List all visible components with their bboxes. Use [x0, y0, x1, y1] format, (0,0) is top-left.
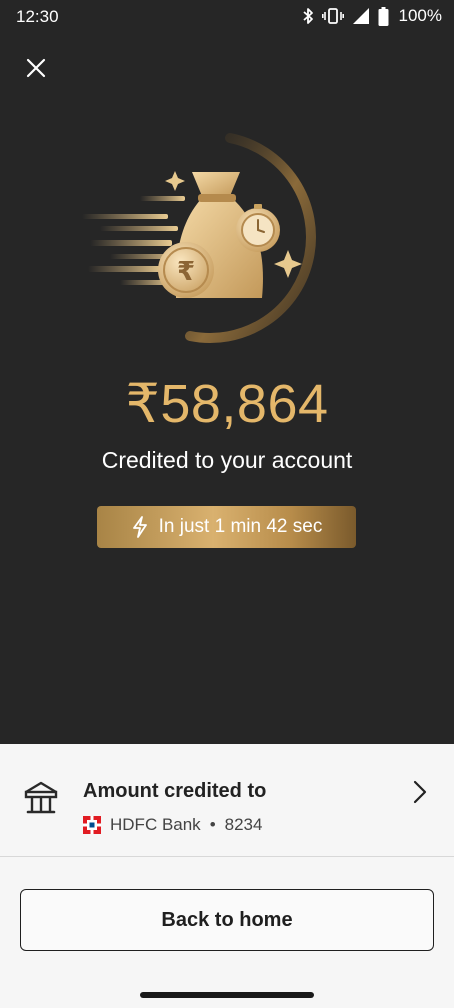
- lightning-icon: [132, 516, 147, 538]
- status-time: 12:30: [16, 7, 59, 26]
- battery-icon: [378, 6, 389, 26]
- transfer-speed-label: In just 1 min 42 sec: [158, 516, 323, 537]
- signal-icon: [352, 8, 369, 24]
- close-icon: [26, 58, 46, 78]
- gesture-nav-handle[interactable]: [140, 992, 314, 998]
- money-bag-illustration: ₹: [82, 133, 316, 343]
- divider: [0, 856, 454, 857]
- status-icons: 100%: [302, 6, 442, 26]
- back-to-home-button[interactable]: Back to home: [20, 889, 434, 951]
- credited-amount: ₹58,864: [125, 374, 329, 434]
- svg-text:₹: ₹: [177, 257, 195, 287]
- bank-icon: [24, 781, 58, 814]
- separator-dot: •: [209, 815, 216, 834]
- battery-percentage: 100%: [398, 6, 442, 25]
- credited-message: Credited to your account: [101, 447, 353, 473]
- account-title: Amount credited to: [83, 780, 267, 802]
- close-button[interactable]: [18, 50, 54, 86]
- vibrate-icon: [321, 8, 344, 24]
- account-details: HDFC Bank • 8234: [83, 815, 262, 835]
- transfer-speed-badge: In just 1 min 42 sec: [97, 506, 356, 548]
- account-suffix: 8234: [224, 815, 263, 834]
- hdfc-bank-logo: [83, 816, 101, 834]
- bluetooth-icon: [302, 8, 313, 24]
- bank-name: HDFC Bank: [110, 815, 201, 834]
- status-bar: 12:30 100%: [0, 0, 454, 34]
- chevron-right-icon[interactable]: [408, 778, 430, 806]
